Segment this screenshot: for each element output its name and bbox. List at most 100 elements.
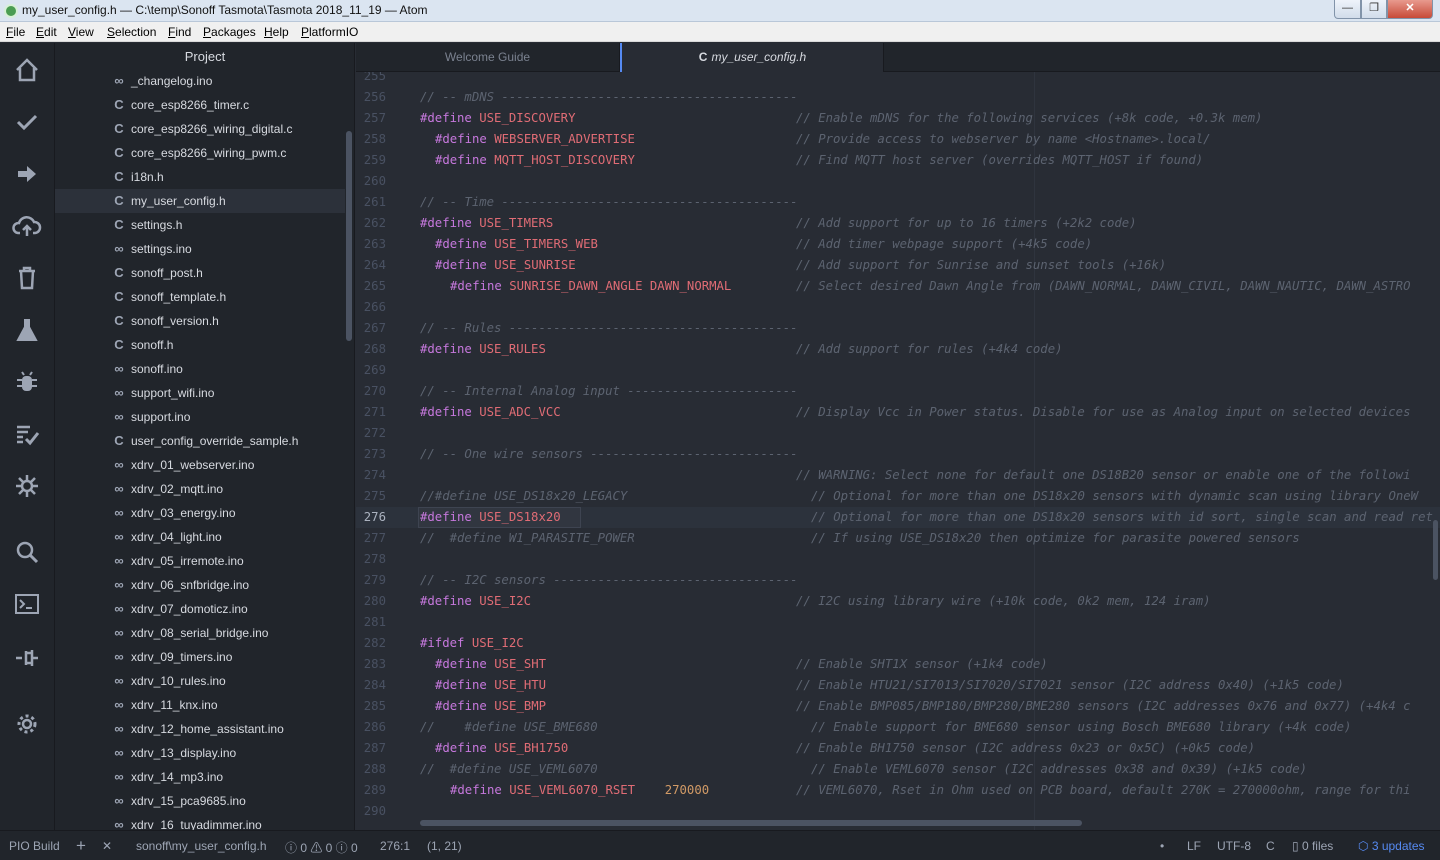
code-line[interactable]: 255 <box>356 72 1440 87</box>
code-line[interactable]: 259 #define MQTT_HOST_DISCOVERY // Find MQ… <box>356 150 1440 171</box>
tree-file-item[interactable]: Cuser_config_override_sample.h <box>55 429 345 453</box>
tree-file-item[interactable]: ∞ xdrv_16_tuyadimmer.ino <box>55 813 345 830</box>
tree-file-item[interactable]: Ccore_esp8266_timer.c <box>55 93 345 117</box>
code-line[interactable]: 275 //#define USE_DS18x20_LEGACY // Option… <box>356 486 1440 507</box>
maximize-button[interactable]: ❐ <box>1361 0 1387 19</box>
tree-file-item[interactable]: Csonoff.h <box>55 333 345 357</box>
code-line[interactable]: 270 // -- Internal Analog input ---------… <box>356 381 1440 402</box>
terminal-icon[interactable] <box>12 589 42 619</box>
code-line[interactable]: 285 #define USE_BMP // Enable BMP085/BMP18… <box>356 696 1440 717</box>
tree-file-item[interactable]: ∞ xdrv_08_serial_bridge.ino <box>55 621 345 645</box>
tree-file-item[interactable]: ∞ settings.ino <box>55 237 345 261</box>
tree-file-item[interactable]: Cmy_user_config.h <box>55 189 345 213</box>
tree-file-item[interactable]: ∞ xdrv_15_pca9685.ino <box>55 789 345 813</box>
close-terminal-button[interactable]: ✕ <box>102 839 112 853</box>
tree-file-item[interactable]: ∞ xdrv_14_mp3.ino <box>55 765 345 789</box>
tree-file-item[interactable]: ∞ xdrv_02_mqtt.ino <box>55 477 345 501</box>
grammar-selector[interactable]: C <box>1266 839 1275 853</box>
home-icon[interactable] <box>12 55 42 85</box>
checklist-icon[interactable] <box>12 419 42 449</box>
tree-file-item[interactable]: Ci18n.h <box>55 165 345 189</box>
code-line[interactable]: 256 // -- mDNS --------------------------… <box>356 87 1440 108</box>
menu-packages[interactable]: Packages <box>203 25 256 39</box>
tab-welcome-guide[interactable]: Welcome Guide <box>356 43 620 72</box>
code-line[interactable]: 280 #define USE_I2C // I2C using library w… <box>356 591 1440 612</box>
cloud-upload-icon[interactable] <box>12 211 42 241</box>
encoding-selector[interactable]: UTF-8 <box>1217 839 1251 853</box>
tree-file-item[interactable]: ∞ support_wifi.ino <box>55 381 345 405</box>
code-line[interactable]: 273 // -- One wire sensors --------------… <box>356 444 1440 465</box>
code-line[interactable]: 276 #define USE_DS18x20 // Optional for mo… <box>356 507 1440 528</box>
code-line[interactable]: 264 #define USE_SUNRISE // Add support for… <box>356 255 1440 276</box>
tree-file-item[interactable]: ∞ xdrv_12_home_assistant.ino <box>55 717 345 741</box>
tree-file-item[interactable]: ∞ xdrv_01_webserver.ino <box>55 453 345 477</box>
selection-count[interactable]: (1, 21) <box>427 839 462 853</box>
tree-file-item[interactable]: ∞ _changelog.ino <box>55 69 345 93</box>
tree-file-item[interactable]: Ccore_esp8266_wiring_digital.c <box>55 117 345 141</box>
code-line[interactable]: 288 // #define USE_VEML6070 // Enable VEML… <box>356 759 1440 780</box>
code-line[interactable]: 272 <box>356 423 1440 444</box>
tree-file-item[interactable]: ∞ xdrv_11_knx.ino <box>55 693 345 717</box>
code-line[interactable]: 290 <box>356 801 1440 822</box>
tree-file-item[interactable]: ∞ xdrv_04_light.ino <box>55 525 345 549</box>
menu-help[interactable]: Help <box>264 25 289 39</box>
menu-view[interactable]: View <box>68 25 94 39</box>
code-line[interactable]: 284 #define USE_HTU // Enable HTU21/SI7013… <box>356 675 1440 696</box>
tree-file-item[interactable]: ∞ xdrv_13_display.ino <box>55 741 345 765</box>
vertical-scrollbar[interactable] <box>1433 520 1438 580</box>
problems-counter[interactable]: ⓘ 0 ⚠ 0 ⓘ 0 <box>285 839 358 856</box>
code-line[interactable]: 286 // #define USE_BME680 // Enable suppor… <box>356 717 1440 738</box>
code-line[interactable]: 263 #define USE_TIMERS_WEB // Add timer we… <box>356 234 1440 255</box>
code-line[interactable]: 281 <box>356 612 1440 633</box>
tree-file-item[interactable]: ∞ xdrv_05_irremote.ino <box>55 549 345 573</box>
git-files-status[interactable]: ▯ 0 files <box>1292 839 1333 853</box>
menu-edit[interactable]: Edit <box>36 25 57 39</box>
horizontal-scrollbar[interactable] <box>420 820 1082 826</box>
code-line[interactable]: 279 // -- I2C sensors -------------------… <box>356 570 1440 591</box>
add-terminal-button[interactable]: + <box>76 836 86 856</box>
search-icon[interactable] <box>12 537 42 567</box>
code-line[interactable]: 277 // #define W1_PARASITE_POWER // If usi… <box>356 528 1440 549</box>
tree-file-item[interactable]: Csonoff_template.h <box>55 285 345 309</box>
code-line[interactable]: 271 #define USE_ADC_VCC // Display Vcc in … <box>356 402 1440 423</box>
code-line[interactable]: 262 #define USE_TIMERS // Add support for … <box>356 213 1440 234</box>
tree-file-item[interactable]: Csettings.h <box>55 213 345 237</box>
close-window-button[interactable]: ✕ <box>1387 0 1433 19</box>
code-line[interactable]: 267 // -- Rules -------------------------… <box>356 318 1440 339</box>
flask-icon[interactable] <box>12 315 42 345</box>
tree-file-item[interactable]: ∞ xdrv_03_energy.ino <box>55 501 345 525</box>
code-line[interactable]: 278 <box>356 549 1440 570</box>
code-editor[interactable]: 255 256 // -- mDNS -----------------------… <box>356 72 1440 830</box>
code-line[interactable]: 266 <box>356 297 1440 318</box>
tree-file-item[interactable]: ∞ xdrv_07_domoticz.ino <box>55 597 345 621</box>
file-path[interactable]: sonoff\my_user_config.h <box>136 839 267 853</box>
trash-icon[interactable] <box>12 263 42 293</box>
code-line[interactable]: 265 #define SUNRISE_DAWN_ANGLE DAWN_NORMA… <box>356 276 1440 297</box>
code-line[interactable]: 283 #define USE_SHT // Enable SHT1X sensor… <box>356 654 1440 675</box>
code-line[interactable]: 260 <box>356 171 1440 192</box>
tree-file-item[interactable]: Ccore_esp8266_wiring_pwm.c <box>55 141 345 165</box>
arrow-right-icon[interactable] <box>12 159 42 189</box>
cursor-position[interactable]: 276:1 <box>380 839 410 853</box>
menu-selection[interactable]: Selection <box>107 25 156 39</box>
tree-file-item[interactable]: ∞ support.ino <box>55 405 345 429</box>
tree-file-item[interactable]: ∞ xdrv_10_rules.ino <box>55 669 345 693</box>
code-line[interactable]: 287 #define USE_BH1750 // Enable BH1750 se… <box>356 738 1440 759</box>
bug-icon[interactable] <box>12 367 42 397</box>
tab-my-user-config[interactable]: Cmy_user_config.h <box>620 43 884 72</box>
menu-platformio[interactable]: PlatformIO <box>301 25 358 39</box>
minimize-button[interactable]: — <box>1334 0 1361 19</box>
tree-file-item[interactable]: Csonoff_version.h <box>55 309 345 333</box>
menu-file[interactable]: File <box>6 25 25 39</box>
code-line[interactable]: 289 #define USE_VEML6070_RSET 270000 // VE… <box>356 780 1440 801</box>
gear-network-icon[interactable] <box>12 471 42 501</box>
pio-build-label[interactable]: PIO Build <box>9 839 60 853</box>
plug-icon[interactable] <box>12 641 42 671</box>
tree-file-item[interactable]: ∞ xdrv_06_snfbridge.ino <box>55 573 345 597</box>
code-line[interactable]: 274 // WARNING: Select none for default o… <box>356 465 1440 486</box>
package-updates[interactable]: ⬡ 3 updates <box>1358 839 1425 853</box>
code-line[interactable]: 261 // -- Time --------------------------… <box>356 192 1440 213</box>
tree-file-item[interactable]: ∞ sonoff.ino <box>55 357 345 381</box>
code-line[interactable]: 268 #define USE_RULES // Add support for r… <box>356 339 1440 360</box>
menu-find[interactable]: Find <box>168 25 191 39</box>
